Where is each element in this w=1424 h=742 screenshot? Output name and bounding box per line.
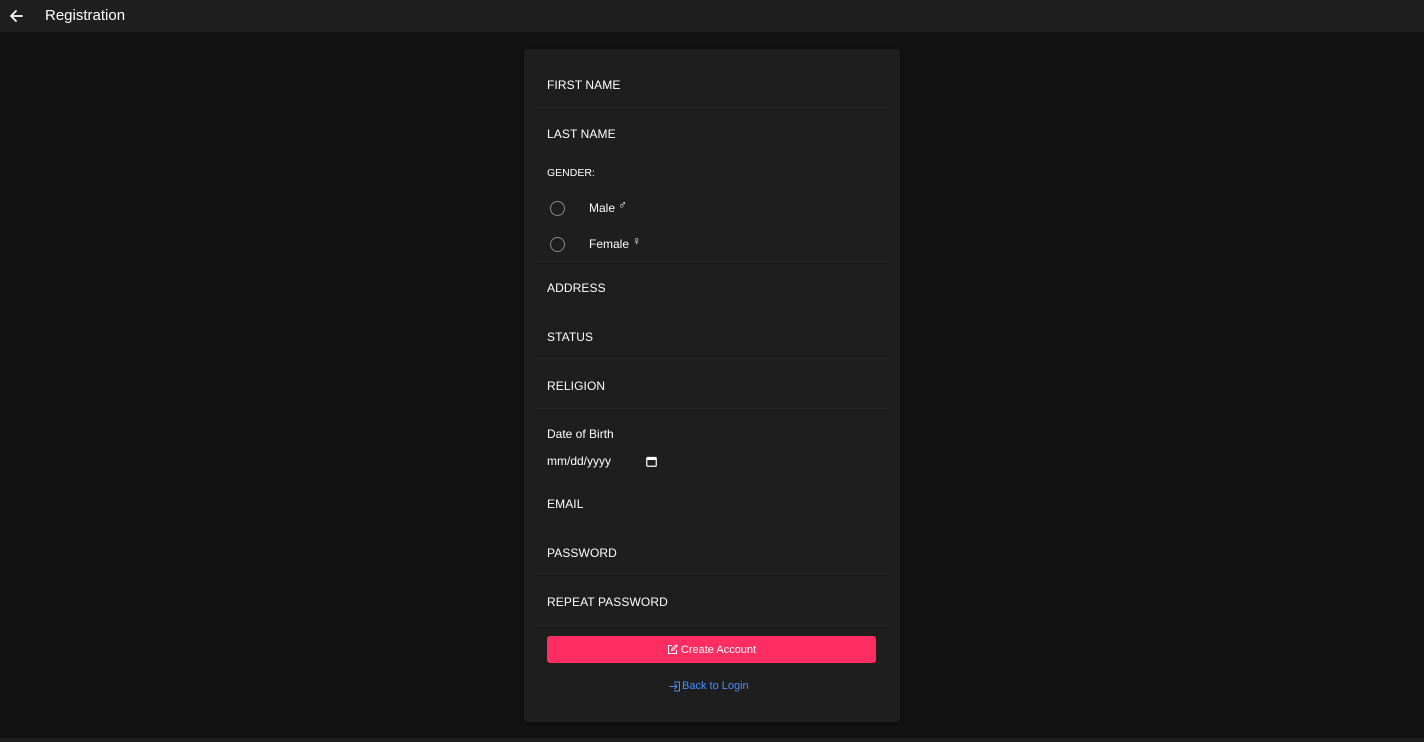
- repeat-password-label: REPEAT PASSWORD: [547, 595, 668, 609]
- email-label: EMAIL: [547, 497, 584, 511]
- dob-input[interactable]: mm/dd/yyyy: [547, 452, 657, 470]
- gender-radio-male[interactable]: Male ♂: [550, 198, 627, 218]
- gender-male-label: Male: [589, 201, 616, 215]
- create-account-button[interactable]: Create Account: [547, 636, 876, 663]
- first-name-label: FIRST NAME: [547, 78, 621, 92]
- edit-icon: [667, 644, 678, 655]
- page-title: Registration: [45, 6, 126, 24]
- dob-placeholder: mm/dd/yyyy: [547, 454, 612, 468]
- gender-divider: [536, 261, 888, 262]
- app-toolbar: Registration: [0, 0, 1424, 32]
- address-field[interactable]: ADDRESS: [536, 266, 888, 311]
- radio-button[interactable]: [550, 200, 565, 216]
- calendar-icon[interactable]: [646, 456, 657, 467]
- password-field[interactable]: PASSWORD: [536, 531, 888, 574]
- back-to-login-label: Back to Login: [682, 680, 749, 692]
- create-account-label: Create Account: [680, 643, 757, 656]
- gender-female-label: Female: [589, 237, 630, 251]
- gender-radio-female[interactable]: Female ♀: [550, 234, 641, 254]
- religion-field[interactable]: RELIGION: [536, 364, 888, 409]
- login-icon: [669, 681, 681, 692]
- male-symbol-icon: ♂: [618, 198, 628, 212]
- first-name-field[interactable]: FIRST NAME: [536, 63, 888, 108]
- last-name-field[interactable]: LAST NAME: [536, 112, 888, 157]
- back-button[interactable]: [3, 4, 29, 28]
- password-label: PASSWORD: [547, 546, 617, 560]
- repeat-password-field[interactable]: REPEAT PASSWORD: [536, 580, 888, 626]
- registration-card: FIRST NAME LAST NAME GENDER: Male ♂ Fema…: [524, 49, 900, 722]
- address-label: ADDRESS: [547, 281, 606, 295]
- bottom-bar: [0, 738, 1424, 742]
- gender-label: GENDER:: [547, 167, 595, 179]
- radio-button[interactable]: [550, 236, 565, 252]
- female-symbol-icon: ♀: [632, 234, 642, 248]
- back-to-login-link[interactable]: Back to Login: [669, 678, 749, 694]
- religion-label: RELIGION: [547, 379, 606, 393]
- dob-label: Date of Birth: [547, 427, 614, 441]
- last-name-label: LAST NAME: [547, 127, 616, 141]
- arrow-left-icon: [10, 10, 23, 22]
- status-label: STATUS: [547, 330, 594, 344]
- status-field[interactable]: STATUS: [536, 315, 888, 359]
- email-field[interactable]: EMAIL: [536, 482, 888, 527]
